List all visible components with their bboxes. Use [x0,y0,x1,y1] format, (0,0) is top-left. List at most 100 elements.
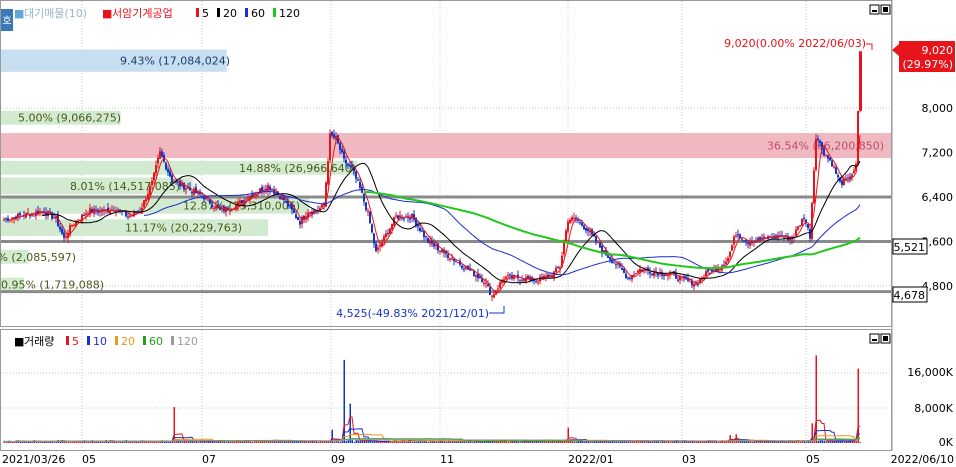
candle-body [71,225,73,227]
candle-body [795,229,797,236]
price-legend: ■ 대기매물(10) ■ 서암기계공업 5 20 60 120 [14,7,300,20]
candle-body [485,282,487,285]
vol-ma-legend-swatch [115,336,118,345]
candle-body [303,216,305,220]
last-price: 9,020 [922,44,954,57]
candle-body [727,258,729,262]
candle-body [391,224,393,230]
volume-bar [669,442,671,443]
candle-body [589,230,591,233]
volume-bar [629,441,631,443]
candle-body [205,196,207,200]
volume-bar [573,441,575,443]
volume-bar [139,442,141,443]
volume-bar [817,440,819,443]
volume-bar [279,441,281,443]
candle-body [375,243,377,252]
candle-body [493,294,495,298]
volume-bar [241,441,243,443]
candle-body [441,249,443,252]
side-button-label: 호 [2,15,11,27]
volume-bar [691,441,693,443]
volume-bar [853,441,855,443]
ma-legend-swatch [217,8,220,17]
candle-body [385,233,387,237]
candle-body [801,218,803,226]
vol-minimize-icon[interactable] [869,333,880,344]
volume-profile-label: 14.88% (26,966,640) [239,162,356,175]
ma-legend-swatch [245,8,248,17]
level-badge-a: 5,521 [892,238,928,255]
candle-body [355,171,357,179]
y-tick-label: 8,000 [922,102,954,115]
volume-bar [799,441,801,443]
candle-body [143,200,145,207]
volume-bar [69,442,71,443]
candle-body [239,200,241,204]
candle-body [623,268,625,273]
candle-body [803,217,805,219]
candle-body [129,215,131,217]
legend-vp-label: 대기매물(10) [24,7,87,20]
volume-bar [743,441,745,443]
candle-body [583,225,585,230]
volume-bar [591,442,593,443]
candle-body [745,240,747,242]
volume-bar [717,442,719,443]
volume-bar [25,441,27,443]
volume-bar [201,442,203,443]
volume-bar [399,442,401,443]
candle-body [373,233,375,244]
candle-body [825,155,827,157]
volume-bar [137,441,139,443]
volume-bar [753,441,755,443]
candle-body [185,188,187,190]
volume-bar [449,441,451,443]
last-change: (29.97%) [902,58,953,71]
candle-body [161,151,163,157]
candle-body [521,279,523,281]
candle-body [729,251,731,257]
volume-bar [53,442,55,443]
volume-bar [107,441,109,443]
candle-body [637,270,639,273]
vol-y-tick-label: 16,000K [907,366,953,379]
candle-body [333,134,335,138]
candle-body [109,211,111,214]
low-annotation: 4,525(-49.83% 2021/12/01) [336,307,489,320]
volume-bar [39,442,41,443]
candle-body [149,186,151,195]
candle-body [251,194,253,197]
volume-bar [375,441,377,443]
minimize-icon[interactable] [869,4,880,15]
candle-body [723,264,725,266]
candle-body [819,140,821,143]
candle-body [627,277,629,279]
volume-bar [335,441,337,443]
candle-body [367,210,369,212]
volume-bar [519,442,521,443]
volume-bar [347,440,349,443]
ma-legend-label: 120 [279,7,300,20]
candle-body [253,194,255,196]
candle-body [169,171,171,177]
candle-body [403,218,405,220]
volume-bar [305,441,307,443]
candle-body [555,267,557,272]
volume-bar [115,441,117,443]
candle-body [379,245,381,247]
volume-bar [297,441,299,443]
candle-body [311,211,313,214]
candle-body [371,224,373,233]
candle-body [397,215,399,219]
volume-bar [635,441,637,443]
vol-ma-legend-label: 5 [72,335,79,348]
candle-body [417,225,419,227]
candle-body [649,271,651,274]
volume-bar [829,441,831,443]
vol-ma-legend-label: 120 [177,335,198,348]
volume-bar [181,441,183,443]
candle-body [327,161,329,185]
volume-profile-band [1,133,891,159]
candle-body [63,232,65,238]
